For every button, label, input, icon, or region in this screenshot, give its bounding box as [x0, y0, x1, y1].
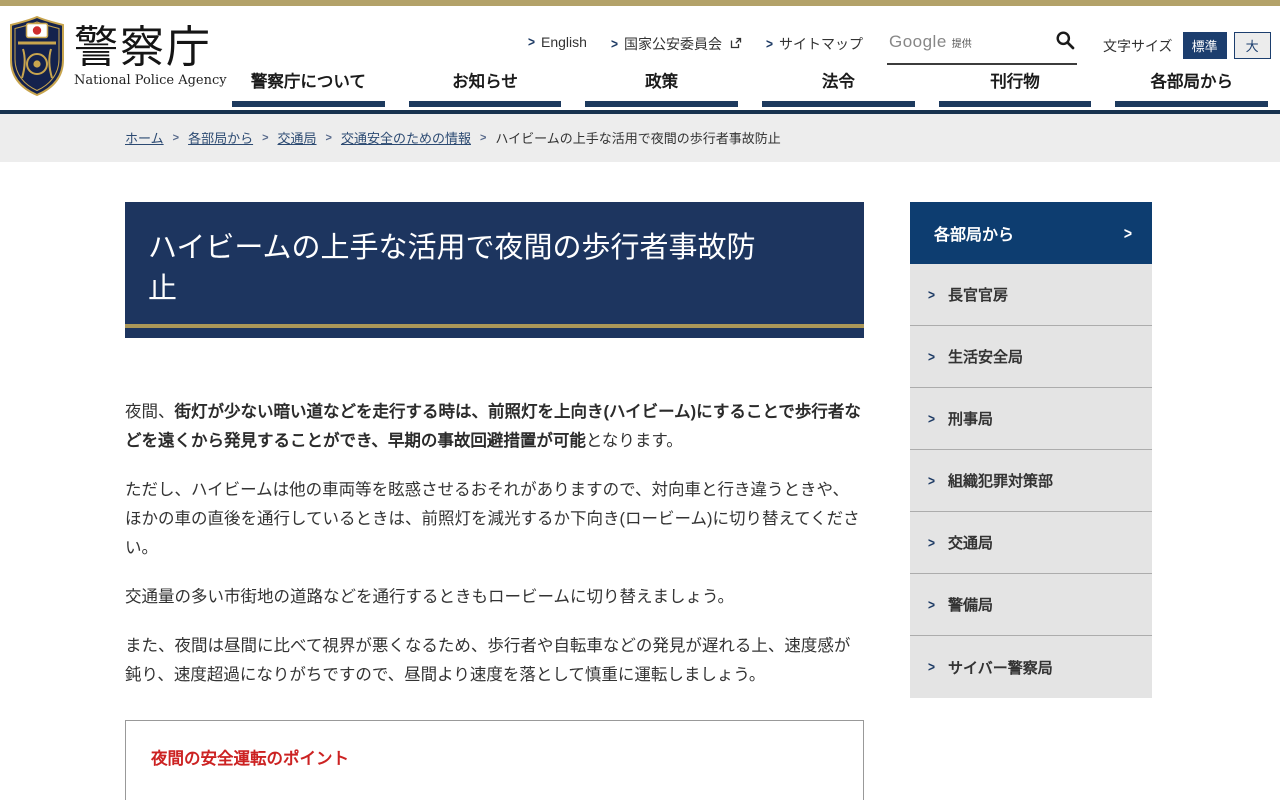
- utility-bar: > English > 国家公安委員会 > サイトマップ Google 提供: [528, 30, 1271, 65]
- external-link-icon: [730, 36, 742, 52]
- chevron-right-icon: >: [928, 348, 935, 364]
- chevron-right-icon: >: [928, 534, 935, 550]
- npsc-link[interactable]: > 国家公安委員会: [611, 34, 742, 54]
- chevron-right-icon: >: [611, 36, 618, 52]
- nav-underline: [939, 101, 1092, 107]
- breadcrumb-bureaus-link[interactable]: 各部局から: [188, 128, 253, 147]
- safety-points-list: ・ 暗い道で対向車や先行車がいない場合は、ハイビームを活用 ・ 交通量の多い市街…: [151, 795, 843, 800]
- page-title-banner: ハイビームの上手な活用で夜間の歩行者事故防止: [125, 202, 864, 338]
- sitemap-link-label: サイトマップ: [779, 34, 863, 54]
- npsc-link-label: 国家公安委員会: [624, 34, 722, 54]
- font-size-standard-button[interactable]: 標準: [1183, 32, 1227, 59]
- english-link[interactable]: > English: [528, 34, 587, 50]
- npa-logo-link[interactable]: 警察庁 National Police Agency: [10, 16, 227, 101]
- sidebar-header-bureaus[interactable]: 各部局から >: [910, 202, 1152, 264]
- google-brand-label: Google: [889, 32, 947, 51]
- paragraph-4: また、夜間は昼間に比べて視界が悪くなるため、歩行者や自転車などの発見が遅れる上、…: [125, 632, 864, 690]
- title-gold-rule: [125, 324, 864, 328]
- chevron-right-icon: >: [480, 132, 486, 144]
- sidebar-item-cyber-police[interactable]: > サイバー警察局: [910, 636, 1152, 698]
- paragraph-3: 交通量の多い市街地の道路などを通行するときもロービームに切り替えましょう。: [125, 583, 864, 612]
- sitemap-link[interactable]: > サイトマップ: [766, 34, 863, 54]
- search-input[interactable]: Google 提供: [887, 30, 1077, 65]
- sidebar-item-security-bureau[interactable]: > 警備局: [910, 574, 1152, 636]
- npa-crest-icon: [10, 16, 64, 101]
- chevron-right-icon: >: [326, 132, 332, 144]
- list-item: ・ 暗い道で対向車や先行車がいない場合は、ハイビームを活用: [151, 795, 843, 800]
- nav-laws[interactable]: 法令: [750, 68, 927, 107]
- breadcrumb: ホーム > 各部局から > 交通局 > 交通安全のための情報 > ハイビームの上…: [0, 114, 1280, 162]
- font-size-large-button[interactable]: 大: [1234, 32, 1271, 59]
- global-nav: 警察庁について お知らせ 政策 法令 刊行物 各部局から: [220, 68, 1280, 107]
- chevron-right-icon: >: [928, 472, 935, 488]
- breadcrumb-traffic-bureau-link[interactable]: 交通局: [278, 128, 317, 147]
- nav-underline: [1115, 101, 1268, 107]
- chevron-right-icon: >: [928, 659, 935, 675]
- nav-publications[interactable]: 刊行物: [927, 68, 1104, 107]
- site-title: 警察庁: [74, 24, 227, 72]
- chevron-right-icon: >: [1124, 223, 1132, 242]
- nav-underline: [585, 101, 738, 107]
- nav-policy[interactable]: 政策: [573, 68, 750, 107]
- chevron-right-icon: >: [766, 36, 773, 52]
- content-area: ハイビームの上手な活用で夜間の歩行者事故防止 夜間、街灯が少ない暗い道などを走行…: [0, 162, 1280, 800]
- english-link-label: English: [541, 34, 587, 50]
- sidebar-item-commissioner-secretariat[interactable]: > 長官官房: [910, 264, 1152, 326]
- paragraph-2: ただし、ハイビームは他の車両等を眩惑させるおそれがありますので、対向車と行き違う…: [125, 476, 864, 563]
- paragraph-1-bold: 街灯が少ない暗い道などを走行する時は、前照灯を上向き(ハイビーム)にすることで歩…: [125, 403, 861, 450]
- sidebar-item-criminal-affairs[interactable]: > 刑事局: [910, 388, 1152, 450]
- chevron-right-icon: >: [928, 286, 935, 302]
- breadcrumb-current-page: ハイビームの上手な活用で夜間の歩行者事故防止: [495, 128, 780, 147]
- search-icon[interactable]: [1055, 30, 1075, 53]
- site-subtitle: National Police Agency: [74, 73, 227, 88]
- breadcrumb-traffic-safety-link[interactable]: 交通安全のための情報: [341, 128, 471, 147]
- safety-points-box: 夜間の安全運転のポイント ・ 暗い道で対向車や先行車がいない場合は、ハイビームを…: [125, 720, 864, 800]
- site-header: 警察庁 National Police Agency > English > 国…: [0, 6, 1280, 107]
- google-note-label: 提供: [952, 39, 972, 50]
- bullet-icon: ・: [151, 795, 175, 800]
- nav-news[interactable]: お知らせ: [397, 68, 574, 107]
- page-title: ハイビームの上手な活用で夜間の歩行者事故防止: [148, 228, 776, 310]
- nav-bureaus[interactable]: 各部局から: [1103, 68, 1280, 107]
- chevron-right-icon: >: [528, 34, 535, 50]
- breadcrumb-home-link[interactable]: ホーム: [125, 128, 164, 147]
- nav-underline: [409, 101, 562, 107]
- nav-about[interactable]: 警察庁について: [220, 68, 397, 107]
- font-size-label: 文字サイズ: [1103, 36, 1173, 56]
- safety-points-heading: 夜間の安全運転のポイント: [151, 745, 843, 769]
- chevron-right-icon: >: [262, 132, 268, 144]
- main-column: ハイビームの上手な活用で夜間の歩行者事故防止 夜間、街灯が少ない暗い道などを走行…: [125, 202, 864, 800]
- chevron-right-icon: >: [928, 410, 935, 426]
- chevron-right-icon: >: [928, 596, 935, 612]
- search-placeholder: Google 提供: [889, 32, 972, 52]
- chevron-right-icon: >: [173, 132, 179, 144]
- nav-underline: [762, 101, 915, 107]
- font-size-control: 文字サイズ 標準 大: [1103, 32, 1271, 59]
- sidebar-item-traffic-bureau[interactable]: > 交通局: [910, 512, 1152, 574]
- sidebar-item-organized-crime[interactable]: > 組織犯罪対策部: [910, 450, 1152, 512]
- nav-underline: [232, 101, 385, 107]
- brand-text: 警察庁 National Police Agency: [74, 24, 227, 88]
- sidebar-menu: 各部局から > > 長官官房 > 生活安全局 > 刑事局 > 組織犯罪対策部 >…: [910, 202, 1152, 698]
- sidebar-item-community-safety[interactable]: > 生活安全局: [910, 326, 1152, 388]
- paragraph-1: 夜間、街灯が少ない暗い道などを走行する時は、前照灯を上向き(ハイビーム)にするこ…: [125, 398, 864, 456]
